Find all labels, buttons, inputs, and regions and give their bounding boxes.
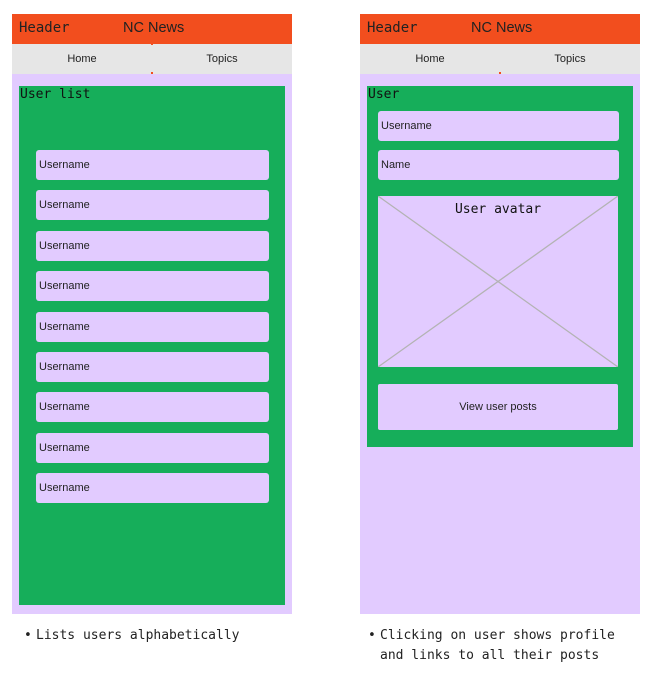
image-placeholder-icon xyxy=(378,196,618,367)
view-user-posts-button[interactable]: View user posts xyxy=(378,384,618,430)
bullet-icon: • xyxy=(368,628,376,643)
nav-tab-topics[interactable]: Topics xyxy=(500,44,640,74)
header-label: Header xyxy=(19,20,70,36)
user-avatar-placeholder: User avatar xyxy=(378,196,618,367)
nav-tab-home[interactable]: Home xyxy=(360,44,500,74)
user-list-item[interactable]: Username xyxy=(36,392,269,422)
header-label: Header xyxy=(367,20,418,36)
user-list-item[interactable]: Username xyxy=(36,271,269,301)
name-field: Name xyxy=(378,150,619,180)
nav-divider-mark xyxy=(151,72,153,74)
right-screen-note: • Clicking on user shows profile and link… xyxy=(368,626,615,666)
user-list-item[interactable]: Username xyxy=(36,433,269,463)
user-profile-screen: Header NC News Home Topics User Username… xyxy=(360,14,640,614)
user-list-item[interactable]: Username xyxy=(36,352,269,382)
header-bar: Header NC News xyxy=(12,14,292,44)
nav-divider-mark xyxy=(499,72,501,74)
avatar-label: User avatar xyxy=(454,202,542,217)
note-text: Lists users alphabetically xyxy=(36,628,240,643)
header-bar: Header NC News xyxy=(360,14,640,44)
panel-title: User list xyxy=(20,87,91,102)
note-text-line2: and links to all their posts xyxy=(380,648,600,663)
user-list-screen: Header NC News Home Topics User list Use… xyxy=(12,14,292,614)
user-list-item[interactable]: Username xyxy=(36,150,269,180)
app-title: NC News xyxy=(123,20,185,36)
user-list-item[interactable]: Username xyxy=(36,231,269,261)
nav-tab-home[interactable]: Home xyxy=(12,44,152,74)
app-title: NC News xyxy=(471,20,533,36)
user-list-item[interactable]: Username xyxy=(36,473,269,503)
user-list-item[interactable]: Username xyxy=(36,190,269,220)
nav-tab-topics[interactable]: Topics xyxy=(152,44,292,74)
user-list-panel: User list Username Username Username Use… xyxy=(19,86,285,605)
username-field: Username xyxy=(378,111,619,141)
panel-title: User xyxy=(368,87,400,102)
bullet-icon: • xyxy=(24,628,32,643)
note-text-line1: Clicking on user shows profile xyxy=(380,628,615,643)
user-profile-panel: User Username Name User avatar View user… xyxy=(367,86,633,447)
nav-bar: Home Topics xyxy=(360,44,640,74)
left-screen-note: • Lists users alphabetically xyxy=(24,626,240,646)
user-list-item[interactable]: Username xyxy=(36,312,269,342)
nav-bar: Home Topics xyxy=(12,43,292,74)
